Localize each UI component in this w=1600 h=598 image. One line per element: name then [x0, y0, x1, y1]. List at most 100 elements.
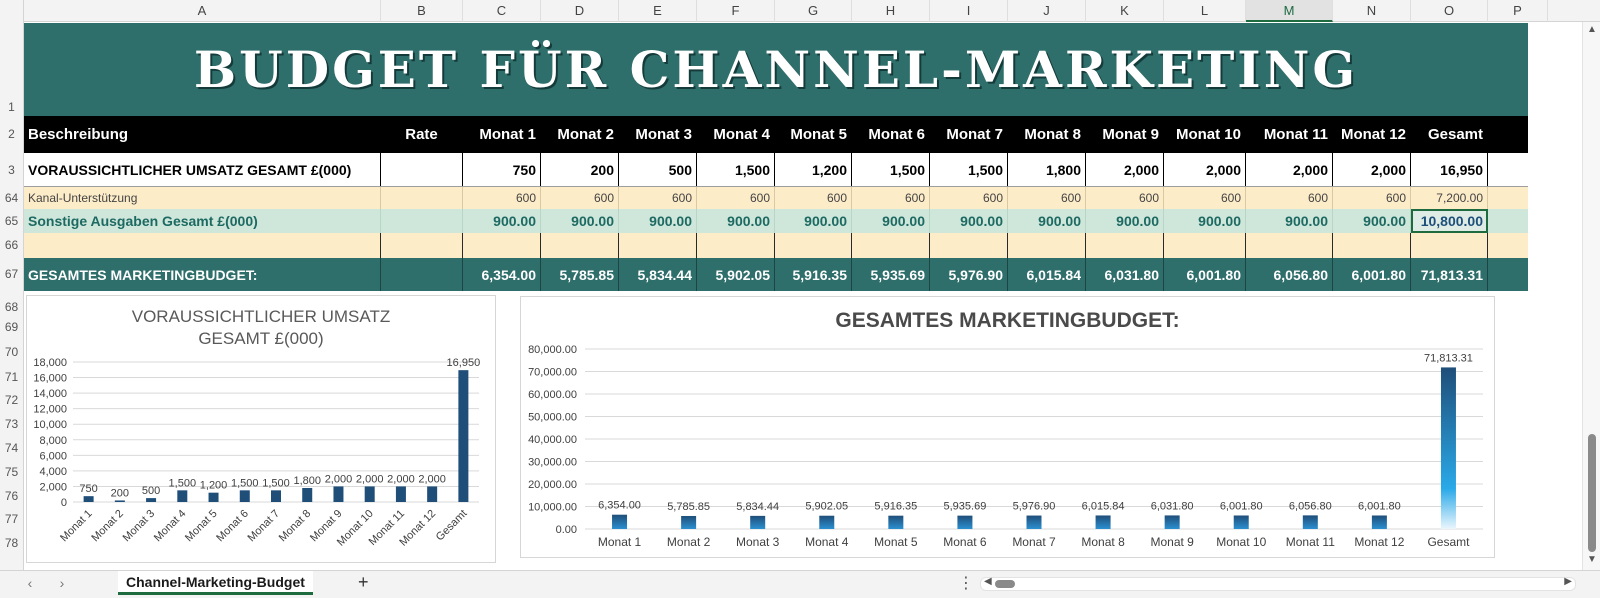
scroll-up-icon[interactable]: ▲	[1587, 24, 1597, 35]
sheet-tab-channel-marketing[interactable]: Channel-Marketing-Budget	[118, 571, 313, 595]
revenue-bar[interactable]	[146, 498, 157, 502]
other_row-month-8-cell[interactable]: 900.00	[1008, 209, 1086, 233]
channel_row-month-6-cell[interactable]: 600	[852, 187, 930, 209]
revenue-bar[interactable]	[271, 490, 281, 502]
revenue-bar[interactable]	[427, 486, 438, 502]
other_row-month-6-cell[interactable]: 900.00	[852, 209, 930, 233]
empty-cell[interactable]	[1411, 233, 1488, 258]
row-header-1[interactable]: 1	[0, 98, 24, 116]
channel_row-month-3-cell[interactable]: 600	[619, 187, 697, 209]
budget-bar[interactable]	[1164, 515, 1180, 529]
row-header-67[interactable]: 67	[0, 258, 24, 291]
scroll-left-icon[interactable]: ◀	[984, 576, 992, 587]
column-header-p[interactable]: P	[1488, 0, 1548, 22]
budget_row-month-5-cell[interactable]: 5,916.35	[775, 258, 852, 291]
channel_row-month-7-cell[interactable]: 600	[930, 187, 1008, 209]
empty-cell[interactable]	[1333, 233, 1411, 258]
budget-bar[interactable]	[1026, 515, 1042, 529]
row-header-78[interactable]: 78	[0, 532, 24, 554]
column-header-e[interactable]: E	[619, 0, 697, 22]
budget_row-month-1-cell[interactable]: 6,354.00	[463, 258, 541, 291]
channel_row-total-cell[interactable]: 7,200.00	[1411, 187, 1488, 209]
row-header-70[interactable]: 70	[0, 342, 24, 362]
column-header-l[interactable]: L	[1164, 0, 1246, 22]
revenue_row-month-7-cell[interactable]: 1,500	[930, 153, 1008, 186]
other_row-label-cell[interactable]: Sonstige Ausgaben Gesamt £(000)	[24, 209, 381, 233]
empty-cell[interactable]	[852, 233, 930, 258]
column-header-d[interactable]: D	[541, 0, 619, 22]
select-all-corner[interactable]	[0, 0, 24, 22]
revenue_row-month-2-cell[interactable]: 200	[541, 153, 619, 186]
title-banner[interactable]: BUDGET FÜR CHANNEL-MARKETING	[24, 23, 1528, 116]
row-header-68[interactable]: 68	[0, 298, 24, 316]
empty-cell[interactable]	[930, 233, 1008, 258]
budget-chart[interactable]: GESAMTES MARKETINGBUDGET: 0.00 10,000.00 2…	[520, 296, 1495, 558]
channel_row-month-8-cell[interactable]: 600	[1008, 187, 1086, 209]
other_row-month-5-cell[interactable]: 900.00	[775, 209, 852, 233]
channel_row-month-1-cell[interactable]: 600	[463, 187, 541, 209]
column-header-n[interactable]: N	[1333, 0, 1411, 22]
channel_row-month-4-cell[interactable]: 600	[697, 187, 775, 209]
revenue_row-month-1-cell[interactable]: 750	[463, 153, 541, 186]
column-header-o[interactable]: O	[1411, 0, 1488, 22]
budget-bar[interactable]	[1095, 515, 1111, 529]
column-header-c[interactable]: C	[463, 0, 541, 22]
vertical-scroll-thumb[interactable]	[1588, 434, 1596, 552]
column-header-i[interactable]: I	[930, 0, 1008, 22]
channel_row-rate-cell[interactable]	[381, 187, 463, 209]
scroll-down-icon[interactable]: ▼	[1587, 554, 1597, 565]
revenue_row-month-10-cell[interactable]: 2,000	[1164, 153, 1246, 186]
other_row-total-cell[interactable]: 10,800.00	[1411, 209, 1488, 233]
channel_row-month-9-cell[interactable]: 600	[1086, 187, 1164, 209]
header-month-6-cell[interactable]: Monat 6	[852, 116, 930, 153]
empty-cell[interactable]	[619, 233, 697, 258]
row-header-65[interactable]: 65	[0, 209, 24, 233]
header-month-12-cell[interactable]: Monat 12	[1333, 116, 1411, 153]
header-month-10-cell[interactable]: Monat 10	[1164, 116, 1246, 153]
row-header-2[interactable]: 2	[0, 116, 24, 153]
header-month-9-cell[interactable]: Monat 9	[1086, 116, 1164, 153]
revenue_row-month-5-cell[interactable]: 1,200	[775, 153, 852, 186]
revenue_row-month-8-cell[interactable]: 1,800	[1008, 153, 1086, 186]
revenue-bar[interactable]	[333, 486, 344, 502]
channel_row-month-2-cell[interactable]: 600	[541, 187, 619, 209]
revenue_row-month-9-cell[interactable]: 2,000	[1086, 153, 1164, 186]
revenue-bar[interactable]	[395, 486, 406, 502]
horizontal-scrollbar[interactable]: ◀ ▶	[980, 576, 1576, 591]
other_row-month-10-cell[interactable]: 900.00	[1164, 209, 1246, 233]
budget_row-label-cell[interactable]: GESAMTES MARKETINGBUDGET:	[24, 258, 381, 291]
column-header-j[interactable]: J	[1008, 0, 1086, 22]
column-header-h[interactable]: H	[852, 0, 930, 22]
revenue-bar[interactable]	[114, 500, 125, 502]
other_row-rate-cell[interactable]	[381, 209, 463, 233]
row-header-73[interactable]: 73	[0, 413, 24, 435]
row-header-66[interactable]: 66	[0, 233, 24, 258]
row-header-76[interactable]: 76	[0, 485, 24, 507]
empty-cell[interactable]	[1086, 233, 1164, 258]
row-header-74[interactable]: 74	[0, 437, 24, 459]
empty-cell[interactable]	[24, 233, 381, 258]
empty-cell[interactable]	[1008, 233, 1086, 258]
header-month-2-cell[interactable]: Monat 2	[541, 116, 619, 153]
channel_row-month-10-cell[interactable]: 600	[1164, 187, 1246, 209]
other_row-month-9-cell[interactable]: 900.00	[1086, 209, 1164, 233]
revenue-bar[interactable]	[83, 496, 94, 502]
empty-cell[interactable]	[381, 233, 463, 258]
budget_row-month-4-cell[interactable]: 5,902.05	[697, 258, 775, 291]
revenue_row-month-12-cell[interactable]: 2,000	[1333, 153, 1411, 186]
revenue_row-total-cell[interactable]: 16,950	[1411, 153, 1488, 186]
column-header-f[interactable]: F	[697, 0, 775, 22]
budget_row-month-6-cell[interactable]: 5,935.69	[852, 258, 930, 291]
column-header-b[interactable]: B	[381, 0, 463, 22]
more-options-icon[interactable]: ⋮	[958, 573, 974, 593]
budget-bar[interactable]	[750, 515, 766, 529]
budget-bar[interactable]	[888, 515, 904, 529]
revenue_row-month-4-cell[interactable]: 1,500	[697, 153, 775, 186]
revenue-bar[interactable]	[302, 488, 313, 502]
header-month-4-cell[interactable]: Monat 4	[697, 116, 775, 153]
header-month-7-cell[interactable]: Monat 7	[930, 116, 1008, 153]
header-month-11-cell[interactable]: Monat 11	[1246, 116, 1333, 153]
header-description-cell[interactable]: Beschreibung	[24, 116, 381, 153]
empty-cell[interactable]	[1164, 233, 1246, 258]
other_row-month-11-cell[interactable]: 900.00	[1246, 209, 1333, 233]
